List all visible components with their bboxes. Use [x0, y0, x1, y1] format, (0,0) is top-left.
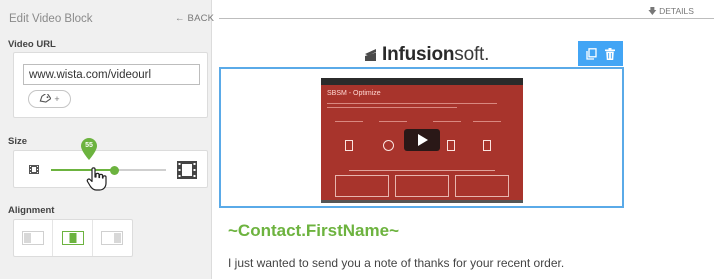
align-left-option[interactable]	[14, 220, 54, 256]
slide-text-box	[335, 175, 389, 197]
email-builder: Edit Video Block ← BACK Video URL + Size	[0, 0, 718, 279]
play-button[interactable]	[404, 129, 440, 151]
logo-text-light: soft.	[454, 44, 490, 65]
slide-step-icon	[447, 140, 455, 151]
infusionsoft-logo-icon	[365, 49, 376, 61]
video-url-label: Video URL	[8, 39, 56, 50]
film-large-icon[interactable]	[177, 161, 197, 179]
align-center-icon	[61, 231, 84, 245]
size-slider-thumb[interactable]	[109, 165, 119, 175]
delete-block-button[interactable]	[605, 47, 615, 60]
slide-text-line	[327, 103, 497, 104]
alignment-section	[13, 219, 133, 257]
edit-video-panel: Edit Video Block ← BACK Video URL + Size	[0, 0, 214, 279]
film-small-icon[interactable]	[29, 165, 39, 174]
panel-title: Edit Video Block	[9, 13, 93, 25]
video-player[interactable]: SBSM - Optimize	[321, 78, 523, 203]
slide-step-icon	[483, 140, 491, 151]
copy-block-button[interactable]	[586, 47, 597, 60]
video-slide-title: SBSM - Optimize	[327, 90, 381, 97]
details-label: DETAILS	[659, 6, 694, 16]
video-url-section: +	[13, 52, 208, 118]
slide-text-line	[473, 121, 501, 122]
tag-icon	[39, 94, 52, 103]
back-button[interactable]: ← BACK	[175, 13, 214, 24]
video-url-input[interactable]	[23, 64, 200, 85]
size-section: 55	[13, 138, 208, 188]
copy-icon	[586, 47, 597, 60]
align-right-option[interactable]	[93, 220, 132, 256]
slide-text-box	[455, 175, 509, 197]
slide-text-box	[395, 175, 449, 197]
size-value: 55	[85, 142, 93, 149]
align-left-icon	[22, 231, 45, 245]
logo-text: Infusionsoft.	[382, 44, 489, 66]
align-center-option[interactable]	[53, 220, 93, 256]
slide-text-line	[349, 170, 495, 171]
size-value-bubble: 55	[80, 137, 98, 161]
canvas-divider	[219, 18, 714, 19]
video-block[interactable]: SBSM - Optimize	[219, 67, 624, 208]
email-body-text[interactable]: I just wanted to send you a note of than…	[228, 256, 564, 270]
details-arrow-icon: 🡇	[648, 6, 657, 16]
infusionsoft-logo: Infusionsoft.	[364, 44, 489, 66]
value-pin-icon	[81, 138, 97, 160]
slide-step-icon	[383, 140, 394, 151]
add-tag-plus: +	[54, 93, 60, 104]
slide-text-line	[327, 107, 457, 108]
align-right-icon	[101, 231, 124, 245]
slide-step-icon	[345, 140, 353, 151]
merge-field-headline[interactable]: ~Contact.FirstName~	[228, 221, 399, 241]
trash-icon	[605, 47, 615, 60]
slide-text-line	[335, 121, 363, 122]
slide-text-line	[433, 121, 461, 122]
slide-text-line	[379, 121, 407, 122]
hand-cursor-icon	[86, 167, 107, 191]
add-tag-button[interactable]: +	[28, 90, 71, 108]
back-label: BACK	[187, 13, 215, 24]
size-slider[interactable]	[51, 165, 166, 175]
size-label: Size	[8, 136, 28, 147]
logo-text-bold: Infusion	[382, 44, 455, 65]
video-progress-bar[interactable]	[321, 200, 523, 203]
back-arrow-icon: ←	[175, 13, 185, 24]
alignment-label: Alignment	[8, 205, 55, 216]
panel-header: Edit Video Block ← BACK	[0, 0, 214, 34]
block-toolbar	[578, 41, 623, 66]
